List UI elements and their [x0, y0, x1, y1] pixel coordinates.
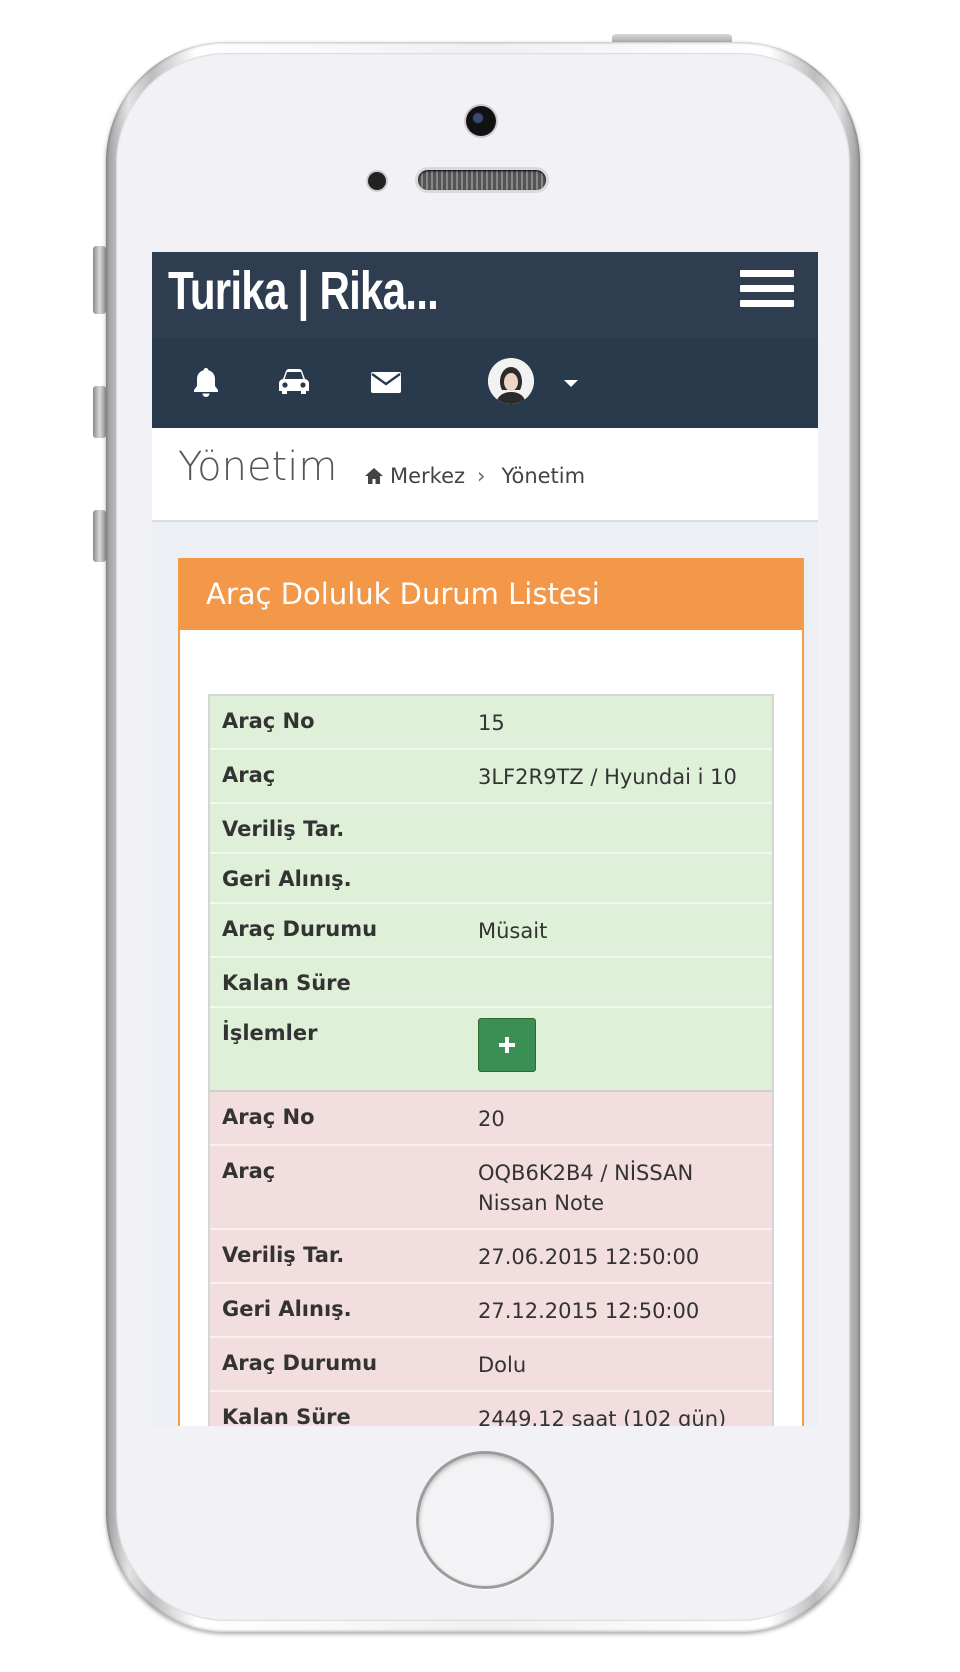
top-navbar: Turika | Rika...	[152, 252, 818, 338]
table-row: Araç No 15 Araç 3LF2R9TZ / Hyundai i 10 …	[210, 696, 772, 1092]
label-verilis-tarihi: Veriliş Tar.	[222, 817, 345, 841]
chevron-down-icon[interactable]	[564, 380, 578, 387]
car-icon[interactable]	[274, 362, 314, 402]
value-kalan-sure	[478, 958, 772, 1006]
breadcrumb-item-yonetim: Yönetim	[501, 464, 586, 488]
earpiece-speaker	[418, 170, 546, 190]
breadcrumb: Merkez › Yönetim	[364, 464, 585, 488]
label-islemler: İşlemler	[222, 1021, 318, 1045]
mute-switch	[93, 246, 106, 314]
page-title: Yönetim	[178, 444, 338, 490]
label-kalan-sure: Kalan Süre	[222, 971, 351, 995]
vehicle-table: Araç No 15 Araç 3LF2R9TZ / Hyundai i 10 …	[208, 694, 774, 1426]
screen: Turika | Rika... Yönetim Merkez › Yöneti…	[152, 252, 818, 1426]
value-arac-no: 20	[478, 1107, 505, 1131]
label-arac-no: Araç No	[222, 1105, 315, 1129]
value-verilis-tarihi	[478, 804, 772, 852]
panel-header: Araç Doluluk Durum Listesi	[180, 558, 802, 630]
plus-icon	[498, 1036, 516, 1054]
breadcrumb-separator-icon: ›	[477, 464, 486, 488]
volume-down-button	[93, 510, 106, 562]
label-arac: Araç	[222, 763, 276, 787]
label-geri-alinis: Geri Alınış.	[222, 867, 352, 891]
content-header: Yönetim Merkez › Yönetim	[152, 428, 818, 522]
home-button[interactable]	[416, 1451, 554, 1589]
actions-cell	[478, 1008, 772, 1090]
value-verilis-tarihi: 27.06.2015 12:50:00	[478, 1245, 700, 1269]
label-kalan-sure: Kalan Süre	[222, 1405, 351, 1426]
home-icon	[364, 467, 384, 485]
add-button[interactable]	[478, 1018, 536, 1072]
value-arac: OQB6K2B4 / NİSSAN Nissan Note	[478, 1161, 694, 1215]
value-arac-durumu: Müsait	[478, 919, 548, 943]
proximity-sensor	[368, 172, 386, 190]
label-arac: Araç	[222, 1159, 276, 1183]
label-verilis-tarihi: Veriliş Tar.	[222, 1243, 345, 1267]
value-arac-durumu: Dolu	[478, 1353, 527, 1377]
label-arac-durumu: Araç Durumu	[222, 917, 378, 941]
value-geri-alinis	[478, 854, 772, 902]
icon-toolbar	[152, 338, 818, 428]
panel-title: Araç Doluluk Durum Listesi	[206, 577, 600, 611]
table-row: Araç No 20 Araç OQB6K2B4 / NİSSAN Nissan…	[210, 1092, 772, 1426]
value-arac-no: 15	[478, 711, 505, 735]
value-geri-alinis: 27.12.2015 12:50:00	[478, 1299, 700, 1323]
envelope-icon[interactable]	[366, 362, 406, 402]
hamburger-menu-icon[interactable]	[740, 270, 798, 316]
value-arac: 3LF2R9TZ / Hyundai i 10	[478, 765, 737, 789]
label-arac-no: Araç No	[222, 709, 315, 733]
breadcrumb-item-merkez[interactable]: Merkez	[390, 464, 465, 488]
vehicle-occupancy-panel: Araç Doluluk Durum Listesi Araç No 15 Ar…	[178, 558, 804, 1426]
volume-up-button	[93, 386, 106, 438]
bell-icon[interactable]	[186, 362, 226, 402]
label-arac-durumu: Araç Durumu	[222, 1351, 378, 1375]
user-avatar[interactable]	[488, 358, 534, 404]
value-kalan-sure: 2449.12 saat (102 gün)	[478, 1407, 727, 1426]
label-geri-alinis: Geri Alınış.	[222, 1297, 352, 1321]
front-camera	[466, 106, 496, 136]
brand-logo[interactable]: Turika | Rika...	[168, 260, 439, 322]
